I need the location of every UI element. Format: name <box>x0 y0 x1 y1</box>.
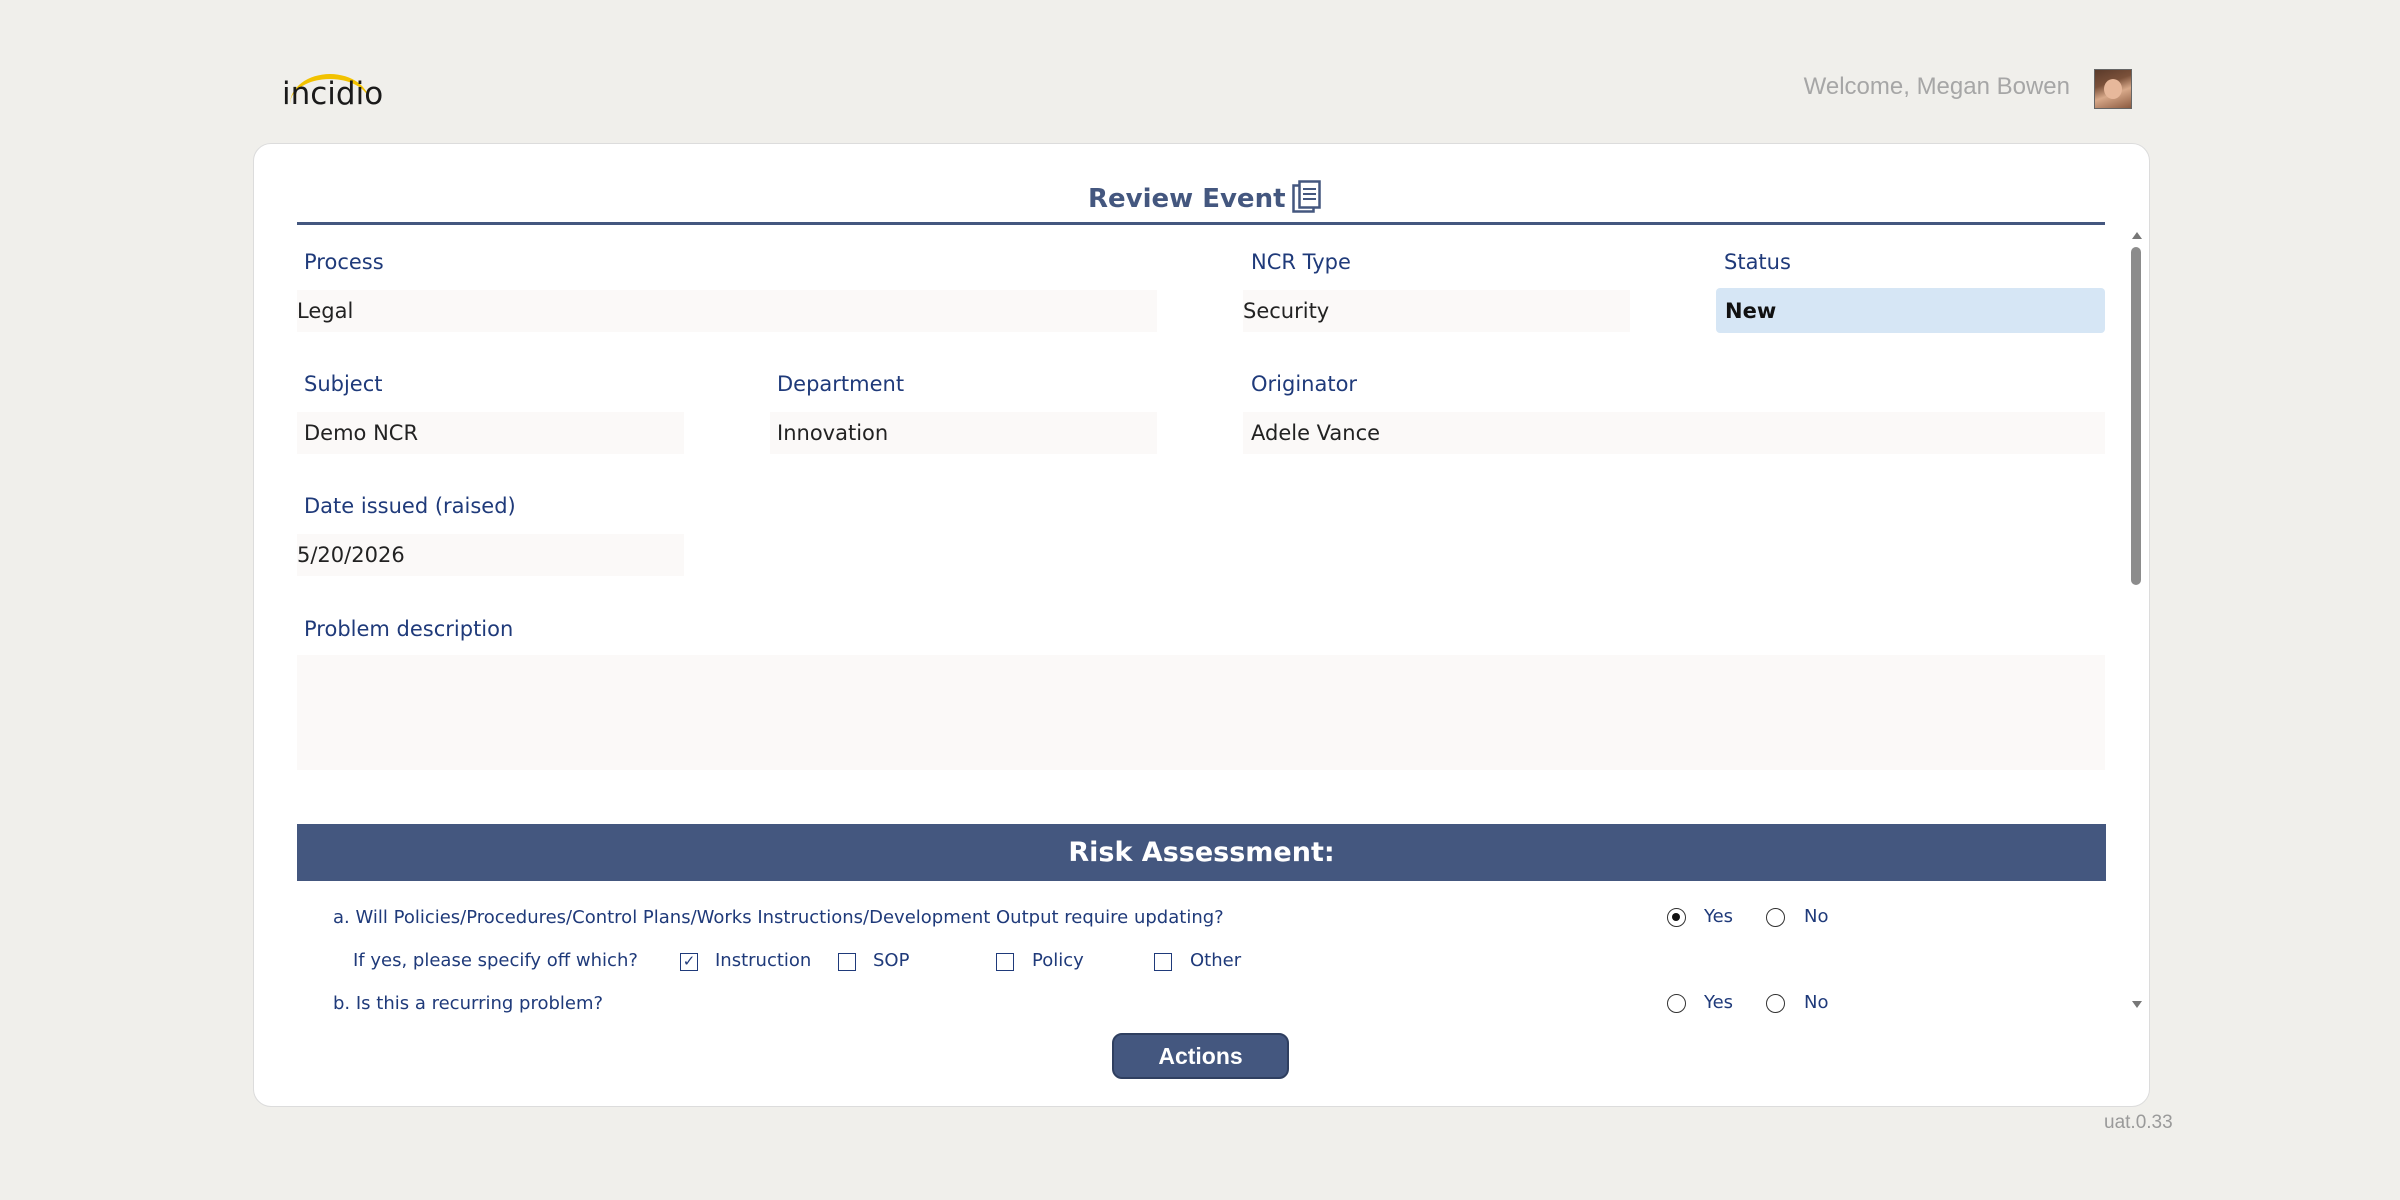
department-field[interactable]: Innovation <box>770 412 1157 454</box>
avatar-face <box>2104 79 2122 99</box>
question-a-no-label: No <box>1804 906 1829 927</box>
ncr-type-field[interactable]: Security <box>1243 290 1630 332</box>
policy-checkbox[interactable] <box>996 953 1014 971</box>
scroll-thumb[interactable] <box>2131 247 2141 585</box>
welcome-text: Welcome, Megan Bowen <box>1803 73 2070 100</box>
question-b-yes-radio[interactable] <box>1667 994 1686 1013</box>
problem-description-field[interactable] <box>297 655 2105 770</box>
app-logo: incidio <box>282 68 383 112</box>
question-b: b. Is this a recurring problem? <box>333 993 604 1014</box>
version-label: uat.0.33 <box>2104 1112 2173 1133</box>
avatar[interactable] <box>2094 69 2132 109</box>
question-b-no-label: No <box>1804 992 1829 1013</box>
subject-label: Subject <box>304 372 383 396</box>
scroll-down-arrow-icon[interactable] <box>2132 1001 2142 1008</box>
department-label: Department <box>777 372 905 396</box>
date-issued-field[interactable]: 5/20/2026 <box>297 534 684 576</box>
sop-checkbox[interactable] <box>838 953 856 971</box>
question-b-no-radio[interactable] <box>1766 994 1785 1013</box>
scrollbar[interactable] <box>2128 230 2144 1020</box>
question-a-no-radio[interactable] <box>1766 908 1785 927</box>
other-checkbox[interactable] <box>1154 953 1172 971</box>
instruction-checkbox[interactable]: ✓ <box>680 953 698 971</box>
question-a-yes-radio[interactable] <box>1667 908 1686 927</box>
question-b-yes-label: Yes <box>1704 992 1734 1013</box>
question-a-yes-label: Yes <box>1704 906 1734 927</box>
question-a-specify: If yes, please specify off which? <box>353 950 638 971</box>
page-title: Review Event <box>1088 184 1286 214</box>
risk-assessment-header: Risk Assessment: <box>297 824 2106 881</box>
status-label: Status <box>1724 250 1791 274</box>
scroll-up-arrow-icon[interactable] <box>2132 232 2142 239</box>
sop-label: SOP <box>873 950 910 971</box>
question-a: a. Will Policies/Procedures/Control Plan… <box>333 907 1224 928</box>
title-divider <box>297 222 2105 225</box>
process-field[interactable]: Legal <box>297 290 1157 332</box>
document-icon[interactable] <box>1292 180 1322 214</box>
originator-field[interactable]: Adele Vance <box>1243 412 2105 454</box>
instruction-label: Instruction <box>715 950 812 971</box>
other-label: Other <box>1190 950 1242 971</box>
originator-label: Originator <box>1251 372 1358 396</box>
policy-label: Policy <box>1032 950 1084 971</box>
actions-button[interactable]: Actions <box>1112 1033 1289 1079</box>
date-issued-label: Date issued (raised) <box>304 494 516 518</box>
ncr-type-label: NCR Type <box>1251 250 1351 274</box>
status-field[interactable]: New <box>1716 288 2105 333</box>
process-label: Process <box>304 250 384 274</box>
logo-text: incidio <box>282 76 384 112</box>
problem-description-label: Problem description <box>304 617 514 641</box>
subject-field[interactable]: Demo NCR <box>297 412 684 454</box>
